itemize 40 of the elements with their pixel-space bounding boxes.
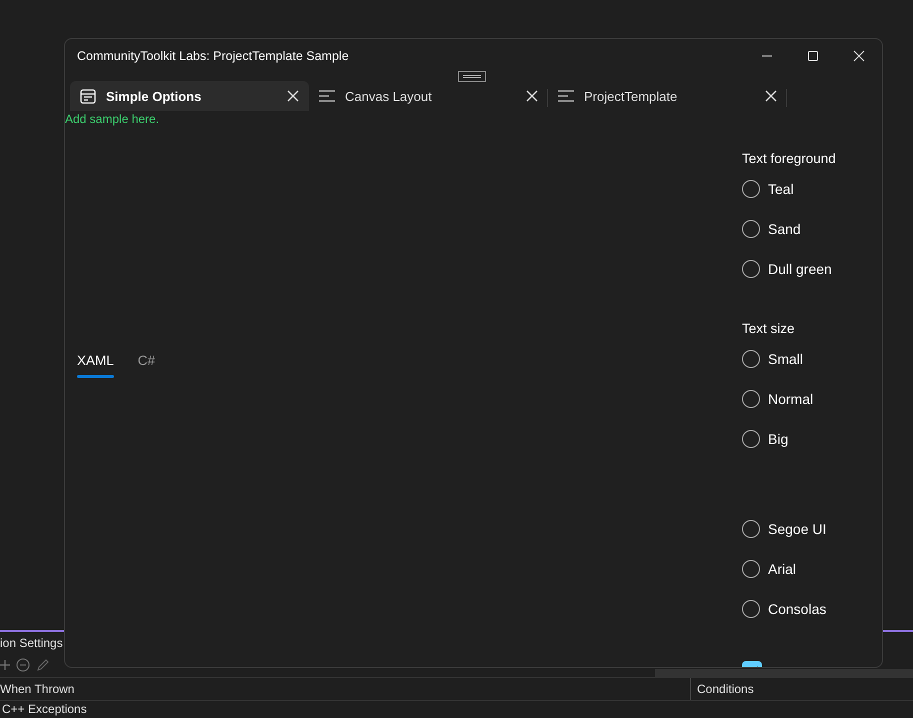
remove-icon[interactable] — [16, 658, 30, 672]
radio-icon[interactable] — [742, 260, 760, 278]
radio-option[interactable]: Normal — [742, 379, 882, 419]
radio-option[interactable]: Segoe UI — [742, 509, 882, 549]
window-title: CommunityToolkit Labs: ProjectTemplate Sample — [77, 49, 349, 63]
close-tab-icon[interactable] — [287, 90, 299, 102]
table-cell: C++ Exceptions — [2, 702, 87, 716]
radio-icon[interactable] — [742, 520, 760, 538]
sample-text: Add sample here. — [65, 111, 160, 127]
close-tab-icon[interactable] — [765, 90, 777, 102]
radio-option[interactable]: Small — [742, 339, 882, 379]
tab[interactable]: XAML — [77, 353, 114, 378]
radio-icon[interactable] — [742, 430, 760, 448]
group-heading: Text size — [742, 320, 796, 338]
column-header[interactable]: Conditions — [690, 678, 754, 700]
radio-option[interactable]: Big — [742, 419, 882, 459]
close-tab-icon[interactable] — [526, 90, 538, 102]
radio-icon[interactable] — [742, 350, 760, 368]
radio-option[interactable]: Dull green — [742, 249, 882, 289]
tab[interactable]: ProjectTemplate — [548, 81, 787, 111]
radio-icon[interactable] — [742, 220, 760, 238]
window-icon — [80, 88, 96, 104]
radio-option[interactable]: Arial — [742, 549, 882, 589]
drag-handle-icon[interactable] — [458, 71, 486, 82]
radio-icon[interactable] — [742, 560, 760, 578]
radio-icon[interactable] — [742, 600, 760, 618]
lines-icon — [558, 90, 574, 102]
radio-option[interactable]: Sand — [742, 209, 882, 249]
edit-icon[interactable] — [36, 658, 50, 672]
radio-option[interactable]: Teal — [742, 169, 882, 209]
radio-icon[interactable] — [742, 390, 760, 408]
tab[interactable]: C# — [138, 353, 156, 378]
radio-option[interactable]: Consolas — [742, 589, 882, 629]
tab[interactable]: Simple Options — [70, 81, 309, 111]
radio-icon[interactable] — [742, 180, 760, 198]
group-heading: Text foreground — [742, 150, 837, 168]
lines-icon — [319, 90, 335, 102]
tab[interactable]: Canvas Layout — [309, 81, 548, 111]
column-header[interactable]: When Thrown — [0, 682, 690, 696]
add-icon[interactable] — [0, 660, 10, 670]
